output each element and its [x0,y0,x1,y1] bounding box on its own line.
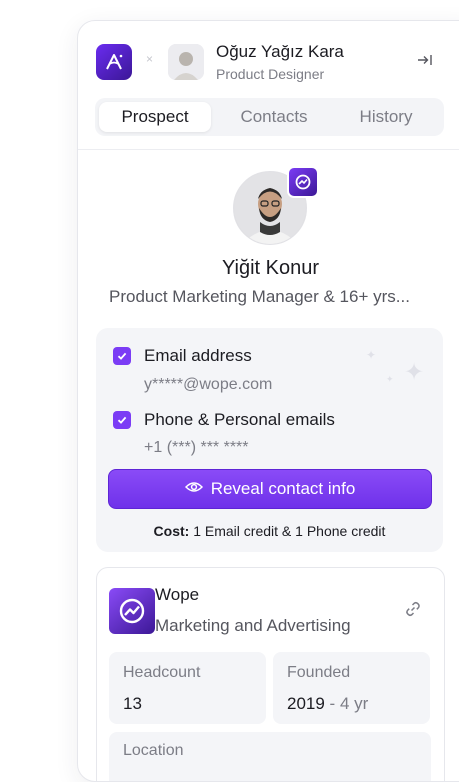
company-badge-icon [287,166,319,198]
extension-panel: × Oğuz Yağız Kara Product Designer Prosp… [77,20,459,782]
phone-checkbox[interactable] [113,411,131,429]
phone-value: +1 (***) *** **** [144,439,249,456]
location-box: Location [109,732,431,781]
app-logo-icon [96,44,132,80]
tab-prospect[interactable]: Prospect [99,102,211,132]
email-checkbox[interactable] [113,347,131,365]
tab-history[interactable]: History [333,102,439,132]
phone-label: Phone & Personal emails [144,410,335,429]
sparkle-icon: ✦ [366,348,377,362]
headcount-label: Headcount [123,664,201,681]
company-name[interactable]: Wope [155,585,199,605]
user-role: Product Designer [216,66,325,82]
reveal-button-label: Reveal contact info [210,479,356,498]
user-name: Oğuz Yağız Kara [216,42,344,61]
reveal-contact-button[interactable]: Reveal contact info [108,469,432,509]
sparkle-icon: ✦ [386,374,394,384]
company-logo-icon [109,588,155,634]
founded-value: 2019 - 4 yr [287,694,369,713]
headcount-box: Headcount 13 [109,652,266,724]
company-card: Wope Marketing and Advertising Headcount… [96,567,445,781]
separator-icon: × [146,52,154,66]
location-label: Location [123,742,184,759]
email-label: Email address [144,346,252,365]
sparkle-icon: ✦ [404,359,425,386]
cost-text: Cost: 1 Email credit & 1 Phone credit [153,523,386,539]
tab-contacts[interactable]: Contacts [219,102,329,132]
email-value: y*****@wope.com [144,376,273,393]
reveal-card: ✦ ✦ ✦ Email address y*****@wope.com Phon… [96,328,443,552]
headcount-value: 13 [123,694,142,713]
user-avatar[interactable] [168,44,204,80]
eye-icon [184,479,203,499]
tab-bar: Prospect Contacts History [95,98,444,136]
founded-label: Founded [287,664,351,681]
prospect-name: Yiğit Konur [221,257,320,279]
company-industry: Marketing and Advertising [155,616,351,635]
link-icon[interactable] [404,600,422,623]
founded-box: Founded 2019 - 4 yr [273,652,430,724]
header-divider [78,149,459,150]
collapse-right-icon[interactable] [416,53,434,70]
prospect-title: Product Marketing Manager & 16+ yrs... [109,287,410,306]
